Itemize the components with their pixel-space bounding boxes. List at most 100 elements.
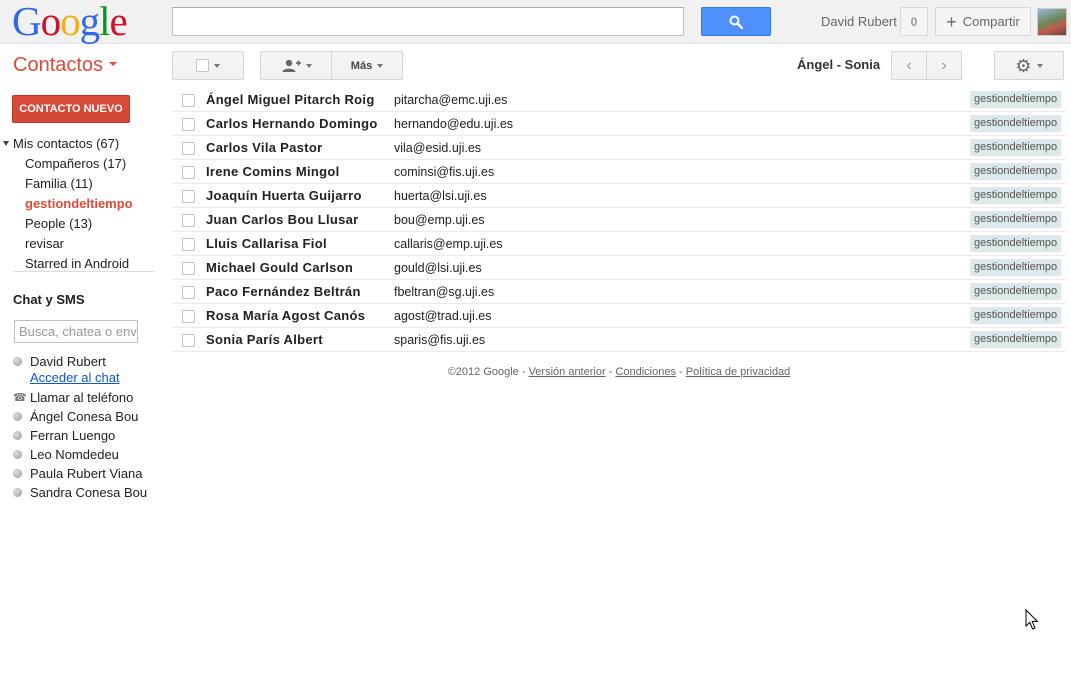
row-checkbox[interactable] xyxy=(182,334,195,347)
group-label-badge[interactable]: gestiondeltiempo xyxy=(970,163,1062,180)
row-checkbox[interactable] xyxy=(182,262,195,275)
chat-contact[interactable]: Sandra Conesa Bou xyxy=(13,485,147,500)
select-all-button[interactable] xyxy=(172,51,244,80)
expand-triangle-icon[interactable] xyxy=(3,141,9,146)
contact-email[interactable]: sparis@fis.uji.es xyxy=(394,333,485,347)
group-label-badge[interactable]: gestiondeltiempo xyxy=(970,307,1062,324)
group-label-badge[interactable]: gestiondeltiempo xyxy=(970,187,1062,204)
contact-email[interactable]: agost@trad.uji.es xyxy=(394,309,491,323)
share-button[interactable]: + Compartir xyxy=(935,7,1031,36)
contact-email[interactable]: cominsi@fis.uji.es xyxy=(394,165,494,179)
contact-email[interactable]: callaris@emp.uji.es xyxy=(394,237,503,251)
user-name[interactable]: David Rubert xyxy=(821,14,897,29)
contact-name[interactable]: Rosa María Agost Canós xyxy=(206,308,365,323)
contact-name[interactable]: Michael Gould Carlson xyxy=(206,260,353,275)
row-checkbox[interactable] xyxy=(182,238,195,251)
chat-contact-name: Leo Nomdedeu xyxy=(30,447,119,462)
chat-contact[interactable]: Ángel Conesa Bou xyxy=(13,409,138,424)
contact-name[interactable]: Carlos Vila Pastor xyxy=(206,140,322,155)
row-checkbox[interactable] xyxy=(182,214,195,227)
previous-page-button[interactable]: ‹ xyxy=(891,51,927,80)
row-checkbox[interactable] xyxy=(182,166,195,179)
sign-in-chat-link[interactable]: Acceder al chat xyxy=(30,370,120,385)
row-checkbox[interactable] xyxy=(182,310,195,323)
app-title-menu[interactable]: Contactos xyxy=(13,54,118,77)
contact-row[interactable]: Irene Comins Mingol cominsi@fis.uji.es ges… xyxy=(172,160,1066,184)
contact-row[interactable]: Paco Fernández Beltrán fbeltran@sg.uji.es… xyxy=(172,280,1066,304)
contact-name[interactable]: Lluis Callarisa Fiol xyxy=(206,236,327,251)
chat-contact[interactable]: Leo Nomdedeu xyxy=(13,447,119,462)
call-phone-item[interactable]: ☎ Llamar al teléfono xyxy=(13,390,133,405)
sidebar-divider xyxy=(13,271,155,272)
gear-icon: ⚙ xyxy=(1015,55,1032,76)
row-checkbox[interactable] xyxy=(182,94,195,107)
more-button[interactable]: Más xyxy=(331,51,403,80)
sidebar-group-item[interactable]: Familia (11) xyxy=(0,174,140,194)
select-all-checkbox[interactable] xyxy=(196,59,209,72)
google-logo[interactable]: Google xyxy=(12,1,128,42)
contact-name[interactable]: Juan Carlos Bou Llusar xyxy=(206,212,359,227)
privacy-link[interactable]: Política de privacidad xyxy=(686,366,791,378)
contact-row[interactable]: Carlos Vila Pastor vila@esid.uji.es gestio… xyxy=(172,136,1066,160)
group-label-badge[interactable]: gestiondeltiempo xyxy=(970,211,1062,228)
group-label-badge[interactable]: gestiondeltiempo xyxy=(970,283,1062,300)
chat-contact[interactable]: Ferran Luengo xyxy=(13,428,115,443)
sidebar-group-label: revisar xyxy=(25,236,65,251)
contact-name[interactable]: Sonia París Albert xyxy=(206,332,323,347)
contact-email[interactable]: vila@esid.uji.es xyxy=(394,141,481,155)
caret-down-icon xyxy=(305,63,312,68)
sidebar-group-item[interactable]: Compañeros (17) xyxy=(0,154,140,174)
search-input[interactable] xyxy=(172,7,684,36)
row-checkbox[interactable] xyxy=(182,190,195,203)
contact-name[interactable]: Paco Fernández Beltrán xyxy=(206,284,361,299)
contact-email[interactable]: fbeltran@sg.uji.es xyxy=(394,285,494,299)
next-page-button[interactable]: › xyxy=(926,51,962,80)
new-contact-button[interactable]: CONTACTO NUEVO xyxy=(12,95,130,123)
search-button[interactable] xyxy=(701,7,771,36)
contact-email[interactable]: hernando@edu.uji.es xyxy=(394,117,513,131)
chevron-left-icon: ‹ xyxy=(906,56,912,74)
contact-row[interactable]: Rosa María Agost Canós agost@trad.uji.es g… xyxy=(172,304,1066,328)
contact-row[interactable]: Ángel Miguel Pitarch Roig pitarcha@emc.uj… xyxy=(172,88,1066,112)
contact-email[interactable]: huerta@lsi.uji.es xyxy=(394,189,487,203)
contact-row[interactable]: Carlos Hernando Domingo hernando@edu.uji.… xyxy=(172,112,1066,136)
status-dot-icon xyxy=(13,450,22,459)
sidebar-group-label: Mis contactos (67) xyxy=(13,136,120,151)
mouse-cursor-icon xyxy=(1025,609,1039,630)
add-to-group-button[interactable] xyxy=(260,51,332,80)
contact-row[interactable]: Joaquín Huerta Guijarro huerta@lsi.uji.es… xyxy=(172,184,1066,208)
contact-email[interactable]: gould@lsi.uji.es xyxy=(394,261,482,275)
chat-search-input[interactable] xyxy=(14,320,138,343)
contact-name[interactable]: Carlos Hernando Domingo xyxy=(206,116,378,131)
group-label-badge[interactable]: gestiondeltiempo xyxy=(970,91,1062,108)
contact-email[interactable]: pitarcha@emc.uji.es xyxy=(394,93,507,107)
contact-email[interactable]: bou@emp.uji.es xyxy=(394,213,485,227)
contact-row[interactable]: Sonia París Albert sparis@fis.uji.es gesti… xyxy=(172,328,1066,352)
contact-row[interactable]: Juan Carlos Bou Llusar bou@emp.uji.es gest… xyxy=(172,208,1066,232)
notification-count-button[interactable]: 0 xyxy=(900,7,928,36)
group-label-badge[interactable]: gestiondeltiempo xyxy=(970,331,1062,348)
group-label-badge[interactable]: gestiondeltiempo xyxy=(970,115,1062,132)
group-label-badge[interactable]: gestiondeltiempo xyxy=(970,235,1062,252)
row-checkbox[interactable] xyxy=(182,142,195,155)
sidebar-group-item[interactable]: People (13) xyxy=(0,214,140,234)
contact-row[interactable]: Lluis Callarisa Fiol callaris@emp.uji.es g… xyxy=(172,232,1066,256)
contact-list: Ángel Miguel Pitarch Roig pitarcha@emc.uj… xyxy=(172,88,1066,352)
group-label-badge[interactable]: gestiondeltiempo xyxy=(970,259,1062,276)
avatar[interactable] xyxy=(1037,8,1067,36)
contact-name[interactable]: Joaquín Huerta Guijarro xyxy=(206,188,362,203)
settings-button[interactable]: ⚙ xyxy=(994,51,1064,80)
contact-row[interactable]: Michael Gould Carlson gould@lsi.uji.es ges… xyxy=(172,256,1066,280)
contact-name[interactable]: Ángel Miguel Pitarch Roig xyxy=(206,92,375,107)
chat-contact[interactable]: Paula Rubert Viana xyxy=(13,466,143,481)
row-checkbox[interactable] xyxy=(182,286,195,299)
sidebar-group-item[interactable]: gestiondeltiempo xyxy=(0,194,140,214)
row-checkbox[interactable] xyxy=(182,118,195,131)
footer-separator: - xyxy=(605,366,616,378)
sidebar-group-item[interactable]: revisar xyxy=(0,234,140,254)
previous-version-link[interactable]: Versión anterior xyxy=(529,366,606,378)
contact-name[interactable]: Irene Comins Mingol xyxy=(206,164,340,179)
group-label-badge[interactable]: gestiondeltiempo xyxy=(970,139,1062,156)
terms-link[interactable]: Condiciones xyxy=(615,366,676,378)
sidebar-group-item[interactable]: Mis contactos (67) xyxy=(0,134,160,154)
